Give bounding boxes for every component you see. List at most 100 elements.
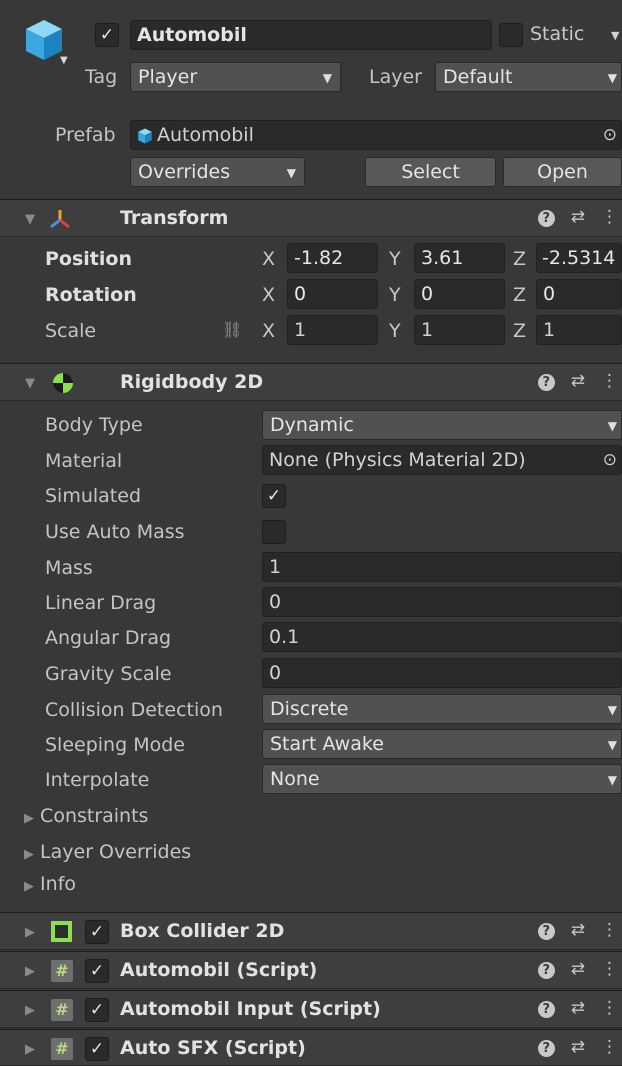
auto-sfx-script-header[interactable]: ▶ # ✓ Auto SFX (Script) ? ⇄ ⋮ (0, 1029, 622, 1066)
object-picker-icon[interactable]: ⊙ (603, 446, 617, 474)
position-z-axis[interactable]: Z (513, 248, 526, 270)
foldout-collapsed-icon[interactable]: ▶ (25, 925, 35, 940)
help-icon[interactable]: ? (537, 1001, 555, 1018)
gravity-scale-field[interactable]: 0 (262, 658, 622, 688)
more-menu-icon[interactable]: ⋮ (601, 998, 618, 1018)
position-z-field[interactable]: -2.5314 (536, 243, 622, 273)
mass-label: Mass (45, 557, 93, 579)
use-auto-mass-checkbox[interactable] (262, 520, 286, 544)
prefab-field[interactable]: Automobil ⊙ (130, 120, 622, 150)
position-y-field[interactable]: 3.61 (414, 243, 505, 273)
presets-icon[interactable]: ⇄ (571, 371, 585, 391)
more-menu-icon[interactable]: ⋮ (601, 920, 618, 940)
simulated-checkbox[interactable]: ✓ (262, 484, 286, 508)
info-foldout[interactable]: ▶ Info (24, 873, 76, 895)
more-menu-icon[interactable]: ⋮ (601, 371, 618, 391)
prefab-small-cube-icon (138, 128, 152, 144)
rigidbody-header[interactable]: ▼ Rigidbody 2D ? ⇄ ⋮ (0, 363, 622, 401)
help-icon[interactable]: ? (537, 210, 555, 227)
layer-dropdown[interactable]: Default ▼ (435, 62, 622, 92)
automobil-script-header[interactable]: ▶ # ✓ Automobil (Script) ? ⇄ ⋮ (0, 951, 622, 989)
help-icon[interactable]: ? (537, 923, 555, 940)
help-icon[interactable]: ? (537, 962, 555, 979)
static-dropdown-arrow[interactable]: ▼ (611, 29, 619, 42)
select-button[interactable]: Select (365, 157, 496, 187)
scale-z-field[interactable]: 1 (536, 315, 622, 345)
chevron-down-icon: ▼ (607, 71, 617, 85)
component-enabled-checkbox[interactable]: ✓ (85, 959, 109, 983)
presets-icon[interactable]: ⇄ (571, 959, 585, 979)
automobil-input-script-header[interactable]: ▶ # ✓ Automobil Input (Script) ? ⇄ ⋮ (0, 990, 622, 1028)
tag-dropdown[interactable]: Player ▼ (130, 62, 341, 92)
layer-overrides-foldout[interactable]: ▶ Layer Overrides (24, 841, 191, 863)
sleeping-mode-value: Start Awake (270, 733, 384, 755)
scale-x-field[interactable]: 1 (287, 315, 378, 345)
script-hash-icon: # (51, 1038, 73, 1060)
rotation-label: Rotation (45, 284, 137, 306)
rotation-y-axis[interactable]: Y (389, 284, 401, 306)
interpolate-label: Interpolate (45, 769, 150, 791)
overrides-dropdown[interactable]: Overrides ▼ (130, 157, 305, 187)
presets-icon[interactable]: ⇄ (571, 1037, 585, 1057)
object-name-field[interactable]: Automobil (130, 20, 492, 50)
presets-icon[interactable]: ⇄ (571, 998, 585, 1018)
transform-header[interactable]: ▼ Transform ? ⇄ ⋮ (0, 199, 622, 237)
more-menu-icon[interactable]: ⋮ (601, 959, 618, 979)
foldout-expanded-icon[interactable]: ▼ (25, 376, 35, 391)
constraints-foldout[interactable]: ▶ Constraints (24, 805, 148, 827)
script-hash-icon: # (51, 960, 73, 982)
interpolate-value: None (270, 768, 320, 790)
scale-z-axis[interactable]: Z (513, 320, 526, 342)
angular-drag-field[interactable]: 0.1 (262, 622, 622, 652)
linear-drag-field[interactable]: 0 (262, 587, 622, 617)
position-label: Position (45, 248, 132, 270)
body-type-dropdown[interactable]: Dynamic ▼ (262, 410, 622, 440)
chevron-down-icon: ▼ (607, 738, 617, 752)
mass-field[interactable]: 1 (262, 552, 622, 582)
help-icon[interactable]: ? (537, 1040, 555, 1057)
more-menu-icon[interactable]: ⋮ (601, 207, 618, 227)
box-collider-title: Box Collider 2D (120, 920, 285, 942)
linear-drag-label: Linear Drag (45, 592, 157, 614)
collision-detection-dropdown[interactable]: Discrete ▼ (262, 694, 622, 724)
rigidbody-title: Rigidbody 2D (120, 371, 264, 393)
gameobject-header: ▼ ✓ Automobil Static ▼ Tag Player ▼ Laye… (0, 0, 622, 200)
rotation-y-field[interactable]: 0 (414, 279, 505, 309)
more-menu-icon[interactable]: ⋮ (601, 1037, 618, 1057)
scale-y-field[interactable]: 1 (414, 315, 505, 345)
foldout-collapsed-icon[interactable]: ▶ (25, 1003, 35, 1018)
foldout-expanded-icon[interactable]: ▼ (25, 212, 35, 227)
foldout-collapsed-icon: ▶ (24, 879, 34, 894)
active-checkbox[interactable]: ✓ (95, 23, 119, 47)
scale-x-axis[interactable]: X (262, 320, 275, 342)
object-picker-icon[interactable]: ⊙ (603, 121, 617, 149)
foldout-collapsed-icon[interactable]: ▶ (25, 1042, 35, 1057)
box-collider-header[interactable]: ▶ ✓ Box Collider 2D ? ⇄ ⋮ (0, 912, 622, 950)
component-enabled-checkbox[interactable]: ✓ (85, 920, 109, 944)
presets-icon[interactable]: ⇄ (571, 920, 585, 940)
static-checkbox[interactable] (499, 23, 523, 47)
component-enabled-checkbox[interactable]: ✓ (85, 998, 109, 1022)
auto-sfx-script-title: Auto SFX (Script) (120, 1037, 306, 1059)
rotation-x-field[interactable]: 0 (287, 279, 378, 309)
rotation-z-axis[interactable]: Z (513, 284, 526, 306)
foldout-collapsed-icon[interactable]: ▶ (25, 964, 35, 979)
presets-icon[interactable]: ⇄ (571, 207, 585, 227)
info-label: Info (40, 873, 77, 895)
icon-dropdown-arrow[interactable]: ▼ (60, 55, 68, 66)
position-x-axis[interactable]: X (262, 248, 275, 270)
prefab-value: Automobil (157, 124, 254, 146)
position-x-field[interactable]: -1.82 (287, 243, 378, 273)
open-button[interactable]: Open (503, 157, 622, 187)
interpolate-dropdown[interactable]: None ▼ (262, 764, 622, 794)
component-enabled-checkbox[interactable]: ✓ (85, 1037, 109, 1061)
rotation-z-field[interactable]: 0 (536, 279, 622, 309)
scale-y-axis[interactable]: Y (389, 320, 401, 342)
scale-link-icon[interactable]: ⛓ (222, 320, 242, 339)
position-y-axis[interactable]: Y (389, 248, 401, 270)
rotation-x-axis[interactable]: X (262, 284, 275, 306)
sleeping-mode-dropdown[interactable]: Start Awake ▼ (262, 729, 622, 759)
material-field[interactable]: None (Physics Material 2D) ⊙ (262, 445, 622, 475)
use-auto-mass-label: Use Auto Mass (45, 521, 185, 543)
help-icon[interactable]: ? (537, 374, 555, 391)
